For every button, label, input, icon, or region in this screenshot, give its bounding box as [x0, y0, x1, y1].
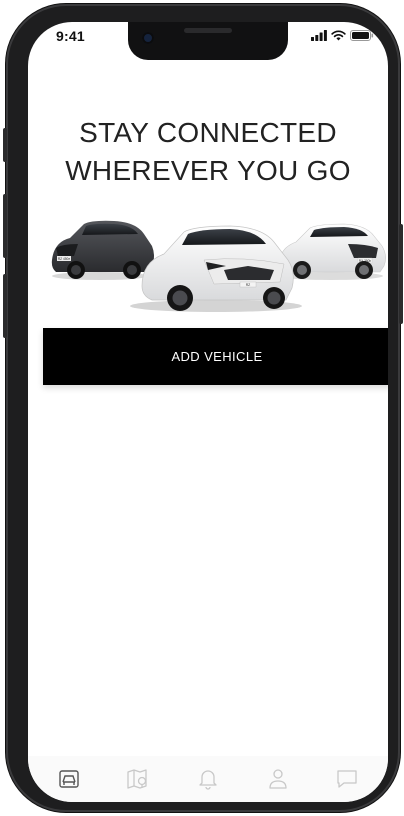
vehicle-silver-suv: RX 350h [279, 223, 386, 280]
notch [128, 22, 288, 60]
person-icon [268, 769, 287, 789]
tab-vehicle[interactable] [49, 763, 89, 795]
wifi-icon [331, 30, 346, 41]
volume-up-button [3, 194, 7, 258]
battery-icon [350, 30, 374, 41]
bell-icon [199, 770, 217, 790]
power-button [399, 224, 403, 324]
app-screen: 9:41 STAY CONNECTED WHEREVER YOU GO RZ 4… [28, 22, 388, 802]
car-icon [59, 770, 79, 788]
tab-notifications[interactable] [188, 763, 228, 795]
chat-icon [337, 770, 357, 788]
vehicle-badge-2: RZ [246, 283, 251, 287]
speaker-grille [184, 28, 232, 33]
hero-title: STAY CONNECTED WHEREVER YOU GO [28, 114, 388, 190]
phone-frame: 9:41 STAY CONNECTED WHEREVER YOU GO RZ 4… [3, 4, 403, 812]
vehicle-dark-suv: RZ 450e [51, 220, 155, 280]
tab-messages[interactable] [327, 763, 367, 795]
hero-title-line-1: STAY CONNECTED [79, 117, 337, 148]
tab-bar [28, 756, 388, 802]
signal-icon [311, 30, 327, 41]
tab-map[interactable] [118, 763, 158, 795]
camera-icon [142, 32, 154, 44]
mute-switch [3, 128, 7, 162]
hero-title-line-2: WHEREVER YOU GO [65, 155, 351, 186]
vehicles-image: RZ 450e RX 350h [51, 220, 386, 312]
status-time: 9:41 [56, 28, 85, 44]
map-pin-icon [127, 769, 148, 789]
vehicle-badge-1: RZ 450e [58, 257, 70, 261]
tab-profile[interactable] [258, 763, 298, 795]
add-vehicle-label: ADD VEHICLE [171, 349, 263, 364]
add-vehicle-button[interactable]: ADD VEHICLE [43, 328, 388, 385]
status-icons [311, 30, 374, 41]
vehicle-white-suv: RZ [130, 225, 302, 312]
volume-down-button [3, 274, 7, 338]
